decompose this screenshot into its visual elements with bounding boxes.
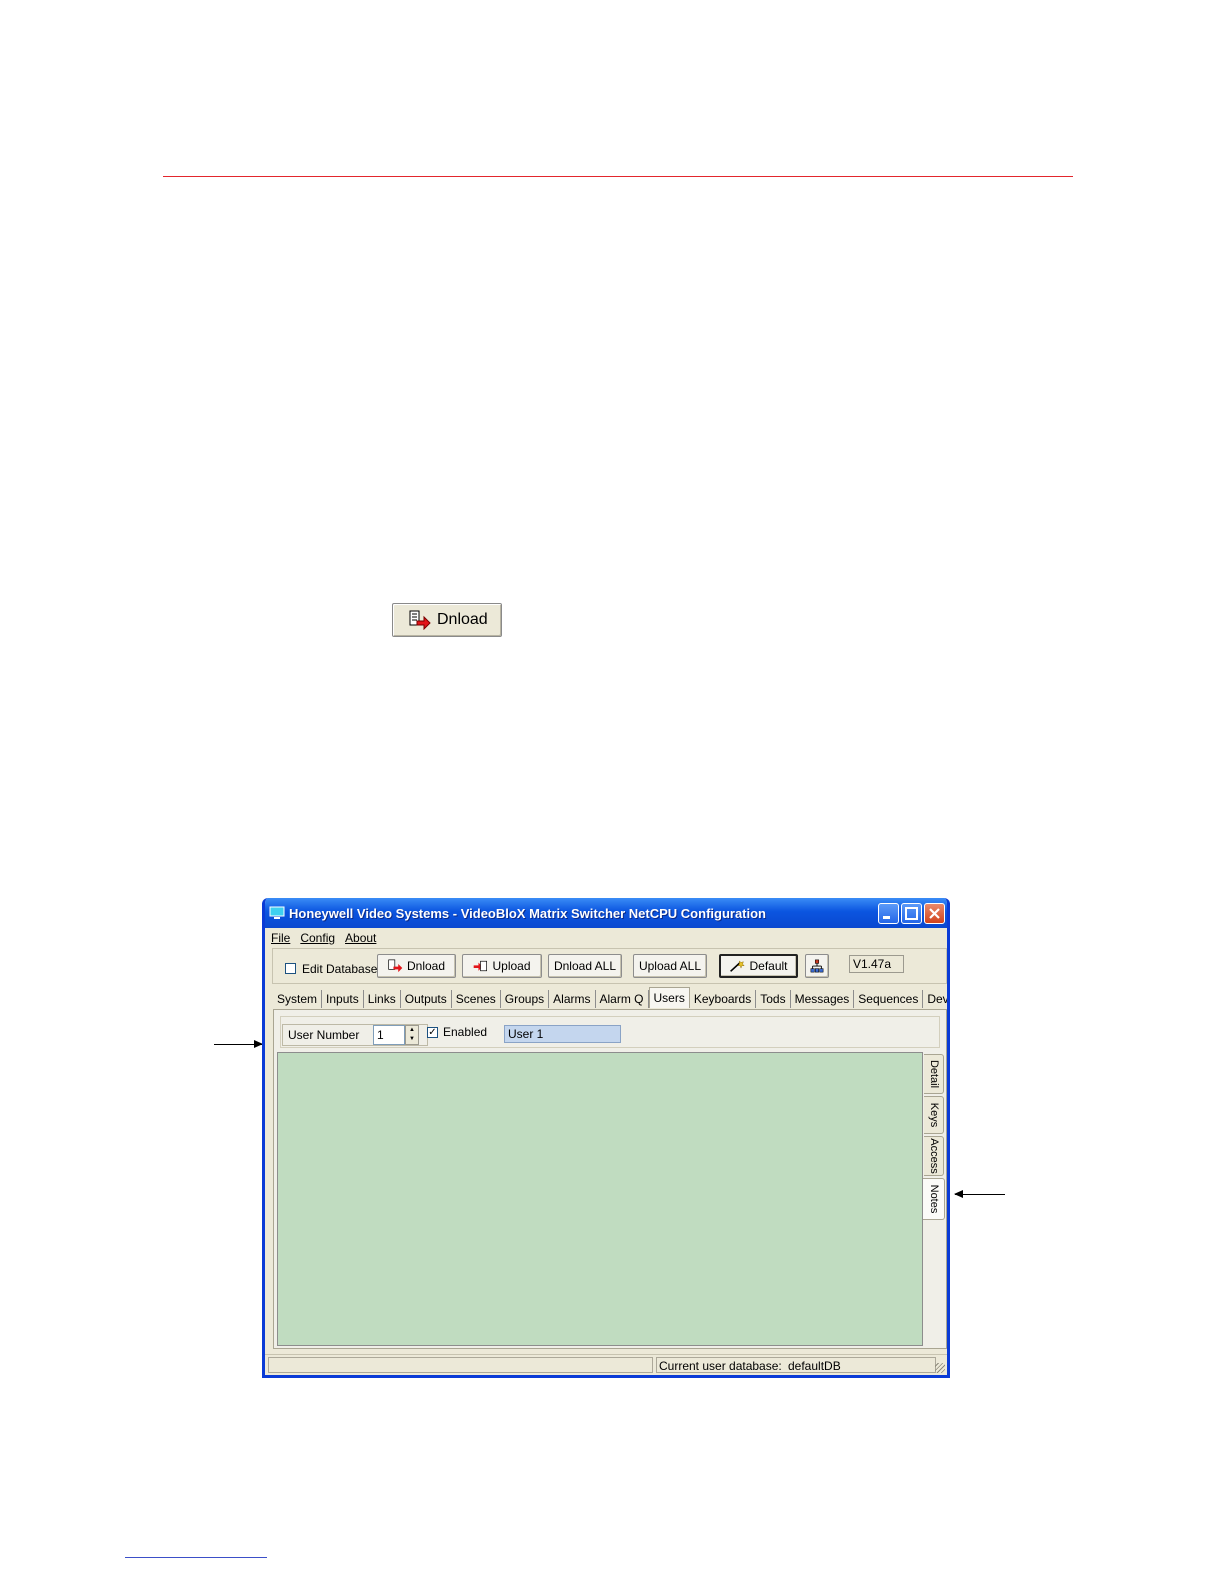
dnload-button-label: Dnload bbox=[406, 959, 446, 973]
side-tab-keys-label: Keys bbox=[927, 1102, 940, 1128]
tab-groups[interactable]: Groups bbox=[501, 990, 550, 1008]
callout-arrow-right bbox=[954, 1190, 1005, 1198]
status-database-label: Current user database: bbox=[659, 1359, 782, 1373]
edit-database-checkbox[interactable] bbox=[285, 963, 296, 974]
status-bar: Current user database: defaultDB bbox=[265, 1354, 947, 1375]
edit-database-label: Edit Database bbox=[302, 962, 378, 976]
close-button[interactable] bbox=[924, 902, 945, 924]
app-icon bbox=[269, 906, 285, 919]
tab-strip: System Inputs Links Outputs Scenes Group… bbox=[273, 987, 947, 1008]
tab-inputs[interactable]: Inputs bbox=[322, 990, 364, 1008]
side-tab-access[interactable]: Access bbox=[924, 1136, 944, 1176]
tab-users[interactable]: Users bbox=[648, 987, 690, 1008]
resize-grip-icon[interactable] bbox=[935, 1363, 945, 1373]
maximize-button[interactable] bbox=[901, 902, 922, 924]
default-button-label: Default bbox=[749, 959, 788, 973]
menu-about[interactable]: About bbox=[345, 931, 376, 945]
menu-file[interactable]: File bbox=[271, 931, 290, 945]
upload-all-button[interactable]: Upload ALL bbox=[633, 954, 707, 978]
status-panel-right: Current user database: defaultDB bbox=[656, 1357, 936, 1373]
side-tab-notes[interactable]: Notes bbox=[923, 1178, 945, 1220]
dnload-button-figure-label: Dnload bbox=[437, 611, 488, 628]
tab-outputs[interactable]: Outputs bbox=[401, 990, 452, 1008]
tab-sequences[interactable]: Sequences bbox=[854, 990, 924, 1008]
user-number-label: User Number bbox=[288, 1028, 360, 1042]
title-bar: Honeywell Video Systems - VideoBloX Matr… bbox=[265, 898, 947, 928]
tab-system[interactable]: System bbox=[273, 990, 323, 1008]
tab-alarm-q[interactable]: Alarm Q bbox=[596, 990, 649, 1008]
tab-links[interactable]: Links bbox=[364, 990, 401, 1008]
tab-alarms[interactable]: Alarms bbox=[549, 990, 596, 1008]
enabled-label: Enabled bbox=[443, 1025, 488, 1039]
network-button[interactable] bbox=[805, 954, 829, 978]
dnload-all-button[interactable]: Dnload ALL bbox=[548, 954, 622, 978]
minimize-button[interactable] bbox=[878, 902, 899, 924]
user-row: User Number 1 ▲ ▼ ✓ Enabled User 1 bbox=[280, 1016, 940, 1048]
menu-config[interactable]: Config bbox=[300, 931, 335, 945]
tab-messages[interactable]: Messages bbox=[791, 990, 855, 1008]
app-window: Honeywell Video Systems - VideoBloX Matr… bbox=[262, 898, 950, 1378]
dnload-button[interactable]: Dnload bbox=[377, 954, 456, 978]
user-name-input[interactable]: User 1 bbox=[504, 1025, 621, 1043]
close-icon bbox=[929, 907, 940, 919]
default-wand-icon bbox=[730, 959, 746, 972]
user-number-input[interactable]: 1 bbox=[373, 1025, 405, 1045]
download-icon bbox=[388, 959, 403, 973]
user-number-stepper[interactable]: ▲ ▼ bbox=[405, 1025, 419, 1045]
tab-devices[interactable]: Devices bbox=[923, 990, 947, 1008]
tab-scenes[interactable]: Scenes bbox=[452, 990, 501, 1008]
download-icon bbox=[409, 610, 431, 630]
tab-tods[interactable]: Tods bbox=[756, 990, 791, 1008]
dnload-all-label: Dnload ALL bbox=[553, 959, 617, 973]
side-tab-access-label: Access bbox=[927, 1138, 940, 1174]
side-tab-keys[interactable]: Keys bbox=[924, 1096, 944, 1134]
window-title: Honeywell Video Systems - VideoBloX Matr… bbox=[289, 905, 767, 921]
status-panel-left bbox=[268, 1357, 653, 1373]
callout-arrow-left bbox=[214, 1040, 263, 1048]
network-icon bbox=[810, 959, 824, 973]
minimize-icon bbox=[883, 915, 890, 919]
enabled-checkbox[interactable]: ✓ bbox=[427, 1027, 438, 1038]
side-tab-detail-label: Detail bbox=[927, 1059, 940, 1089]
menu-bar: File Config About bbox=[265, 928, 947, 948]
tab-keyboards[interactable]: Keyboards bbox=[690, 990, 757, 1008]
maximize-icon bbox=[905, 906, 918, 920]
upload-icon bbox=[474, 960, 488, 972]
side-tab-detail[interactable]: Detail bbox=[924, 1054, 944, 1094]
version-field: V1.47a bbox=[849, 955, 904, 973]
upload-button-label: Upload bbox=[492, 959, 531, 973]
notes-area[interactable] bbox=[277, 1052, 923, 1346]
header-rule bbox=[163, 176, 1073, 177]
dnload-button-figure[interactable]: Dnload bbox=[392, 603, 502, 637]
default-button[interactable]: Default bbox=[719, 954, 798, 978]
upload-button[interactable]: Upload bbox=[462, 954, 542, 978]
footer-rule bbox=[125, 1557, 267, 1558]
side-tab-notes-label: Notes bbox=[927, 1184, 940, 1214]
toolbar: Edit Database Dnload Upload Dnload ALL U… bbox=[272, 948, 947, 984]
status-database-value: defaultDB bbox=[788, 1359, 841, 1373]
users-page: User Number 1 ▲ ▼ ✓ Enabled User 1 Detail… bbox=[273, 1009, 947, 1349]
upload-all-label: Upload ALL bbox=[638, 959, 702, 973]
